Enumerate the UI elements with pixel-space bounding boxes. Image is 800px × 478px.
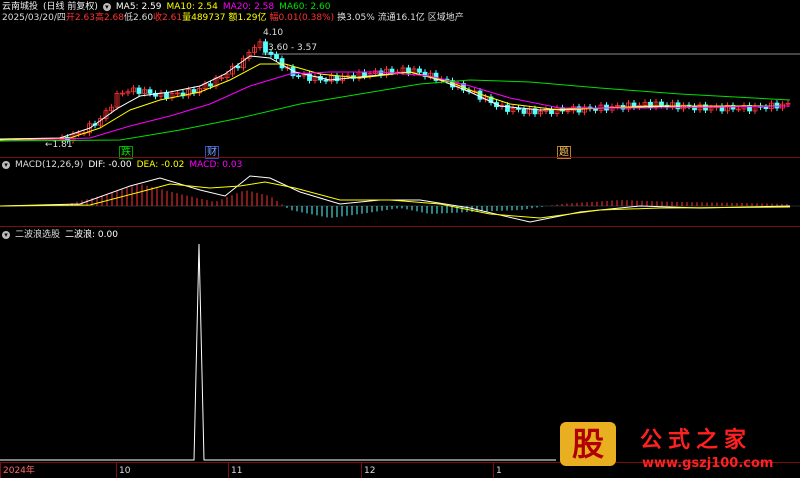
macd-title[interactable]: MACD(12,26,9) (15, 159, 83, 171)
ma10-line (0, 63, 790, 141)
watermark-logo: 股 (560, 422, 616, 466)
panel-divider-1 (0, 157, 800, 158)
low-price-value: 1.81 (52, 140, 73, 150)
candle-body (763, 106, 769, 109)
candle-body (279, 58, 285, 69)
axis-label-nov: 11 (231, 466, 243, 476)
axis-tick (0, 462, 1, 478)
panel-divider-2 (0, 226, 800, 227)
candle-body (417, 68, 422, 73)
candle-body (235, 65, 241, 69)
candle-body (274, 54, 279, 59)
candle-body (136, 87, 142, 94)
watermark: 股 公式之家 www.gszj100.com (556, 418, 800, 478)
indicator-title[interactable]: 二波浪选股 (15, 229, 60, 241)
macd-dif-line (0, 175, 791, 223)
ma5-line (0, 55, 790, 140)
indicator-settings-icon[interactable]: ▾ (2, 231, 10, 239)
axis-label-jan: 1 (496, 466, 502, 476)
candle-body (334, 75, 340, 82)
candle-body (147, 89, 153, 94)
low-price-label: ←1.81 (45, 140, 73, 150)
ma60-line (0, 79, 791, 142)
macd-dea-line (0, 181, 791, 219)
candle-body (692, 105, 697, 111)
axis-tick (228, 462, 229, 478)
range-label: 3.60 - 3.57 (268, 43, 318, 53)
high-price-label: 4.10 (263, 28, 284, 38)
candle-body (263, 41, 268, 53)
macd-dea: DEA: -0.02 (136, 160, 185, 170)
candle-body (164, 92, 169, 99)
axis-tick (361, 462, 362, 478)
price-chart[interactable] (0, 0, 800, 158)
candle-body (296, 75, 301, 78)
indicator-line (0, 243, 556, 461)
axis-tick (493, 462, 494, 478)
axis-label-year: 2024年 (3, 466, 35, 476)
macd-settings-icon[interactable]: ▾ (2, 161, 10, 169)
axis-label-oct: 10 (119, 466, 131, 476)
indicator-value: 二波浪: 0.00 (65, 230, 118, 240)
candle-body (659, 101, 664, 106)
candle-body (362, 71, 367, 77)
macd-header: ▾ MACD(12,26,9) DIF: -0.00 DEA: -0.02 MA… (2, 159, 242, 171)
watermark-url: www.gszj100.com (642, 456, 774, 471)
candle-body (389, 68, 395, 73)
macd-value: MACD: 0.03 (189, 160, 243, 170)
macd-dif: DIF: -0.00 (88, 160, 132, 170)
watermark-brand: 公式之家 (640, 428, 753, 453)
candle-body (323, 79, 329, 82)
candle-body (505, 104, 510, 112)
candle-body (208, 83, 213, 87)
axis-label-dec: 12 (364, 466, 376, 476)
candle-body (521, 109, 527, 114)
candle-body (477, 90, 483, 100)
indicator-header: ▾ 二波浪选股 二波浪: 0.00 (2, 229, 118, 241)
axis-tick (116, 462, 117, 478)
